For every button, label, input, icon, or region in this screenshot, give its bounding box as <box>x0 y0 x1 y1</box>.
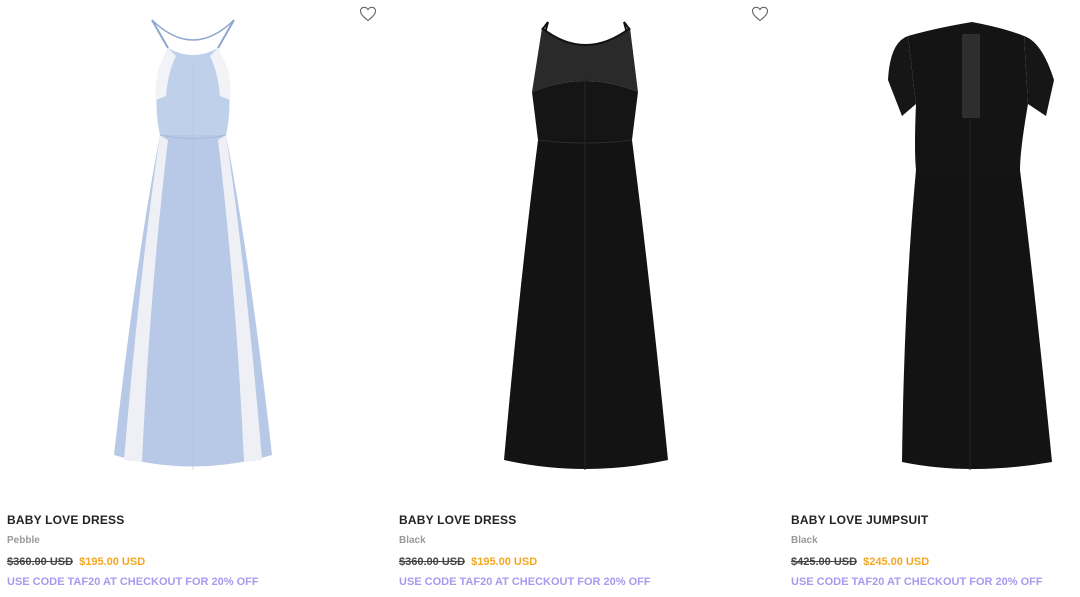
sale-price: $195.00 USD <box>79 556 146 568</box>
product-info: BABY LOVE JUMPSUIT Black $425.00 USD $24… <box>791 513 1080 589</box>
product-grid: BABY LOVE DRESS Pebble $360.00 USD $195.… <box>0 0 1080 597</box>
original-price: $425.00 USD <box>791 556 858 568</box>
heart-outline-icon[interactable] <box>751 6 769 22</box>
product-name[interactable]: BABY LOVE DRESS <box>7 513 387 527</box>
promo-text: USE CODE TAF20 AT CHECKOUT FOR 20% OFF <box>791 576 1043 588</box>
original-price: $360.00 USD <box>399 556 466 568</box>
original-price: $360.00 USD <box>7 556 74 568</box>
product-image[interactable] <box>784 0 1080 500</box>
heart-outline-icon[interactable] <box>359 6 377 22</box>
price-row: $360.00 USD $195.00 USD <box>399 556 779 569</box>
price-row: $425.00 USD $245.00 USD <box>791 556 1080 569</box>
dress-illustration <box>888 22 1054 470</box>
promo-text: USE CODE TAF20 AT CHECKOUT FOR 20% OFF <box>399 576 651 588</box>
product-variant: Pebble <box>7 535 40 546</box>
product-image[interactable] <box>392 0 784 500</box>
product-card[interactable]: BABY LOVE DRESS Black $360.00 USD $195.0… <box>392 0 784 597</box>
product-variant: Black <box>791 535 818 546</box>
product-info: BABY LOVE DRESS Black $360.00 USD $195.0… <box>399 513 779 589</box>
product-variant: Black <box>399 535 426 546</box>
dress-illustration <box>114 19 272 470</box>
dress-illustration <box>504 21 668 470</box>
sale-price: $245.00 USD <box>863 556 930 568</box>
price-row: $360.00 USD $195.00 USD <box>7 556 387 569</box>
product-name[interactable]: BABY LOVE JUMPSUIT <box>791 513 1080 527</box>
sale-price: $195.00 USD <box>471 556 538 568</box>
product-info: BABY LOVE DRESS Pebble $360.00 USD $195.… <box>7 513 387 589</box>
product-name[interactable]: BABY LOVE DRESS <box>399 513 779 527</box>
product-image[interactable] <box>0 0 392 500</box>
product-card[interactable]: BABY LOVE JUMPSUIT Black $425.00 USD $24… <box>784 0 1080 597</box>
product-card[interactable]: BABY LOVE DRESS Pebble $360.00 USD $195.… <box>0 0 392 597</box>
promo-text: USE CODE TAF20 AT CHECKOUT FOR 20% OFF <box>7 576 259 588</box>
